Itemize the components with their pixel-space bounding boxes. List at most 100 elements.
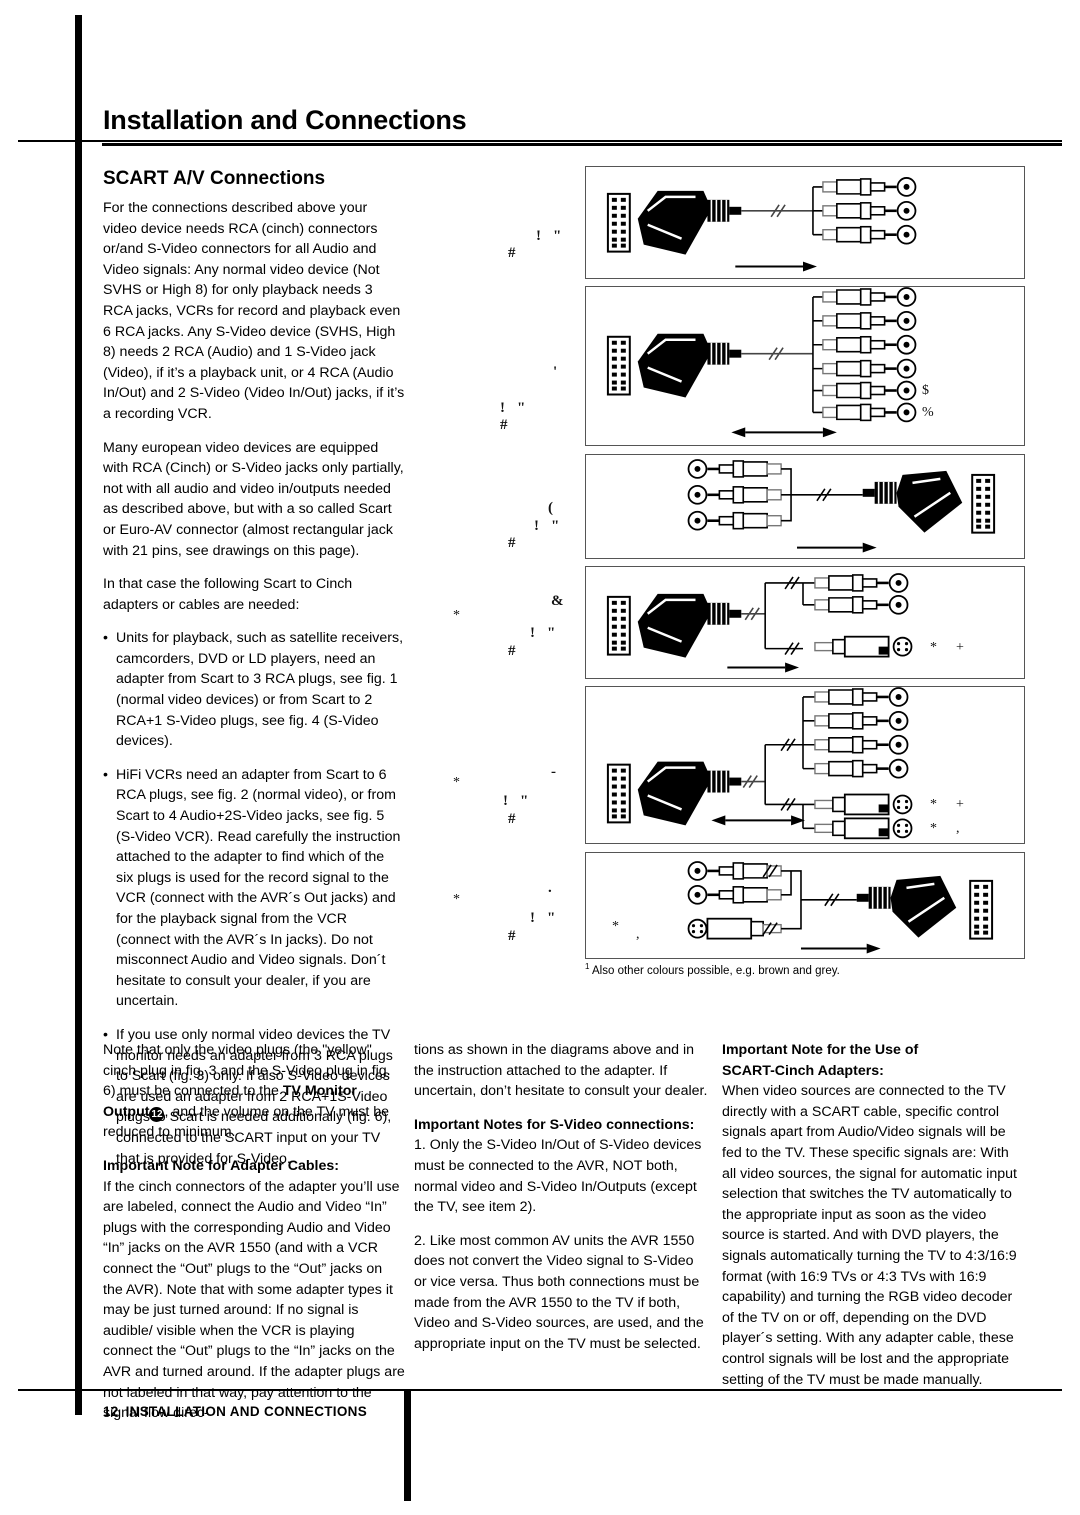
svideo-note-1: 1. Only the S-Video In/Out of S-Video de… (414, 1137, 702, 1216)
paragraph-adapter-cables: If the cinch connectors of the adapter y… (103, 1178, 405, 1422)
figure-4-caption-a: & (551, 593, 564, 609)
plug-label-fig5-sv1-a: * (930, 797, 937, 812)
paragraph-adapter-cables-cont: tions as shown in the diagrams above and… (414, 1042, 708, 1100)
plug-label-fig4-b: + (956, 640, 964, 655)
right-column-lower: Important Note for the Use of SCART-Cinc… (722, 1040, 1022, 1403)
paragraph-scart-cinch: When video sources are connected to the … (722, 1083, 1017, 1388)
plug-label-fig5-sv2-a: * (930, 821, 937, 836)
signal-flow-arrow-right (797, 542, 877, 553)
middle-column-lower: tions as shown in the diagrams above and… (414, 1040, 710, 1367)
scart-socket-icon (971, 473, 996, 534)
figure-4-caption-d: " (547, 625, 556, 641)
plug-label-fig2-a: $ (922, 383, 929, 398)
heading-adapter-cables: Important Note for Adapter Cables: (103, 1157, 339, 1174)
footer-page-number: 12 (103, 1404, 119, 1419)
cable-split (764, 743, 804, 806)
heading-svideo-notes: Important Notes for S-Video connections: (414, 1116, 695, 1133)
figure-3-caption-c: " (551, 518, 560, 534)
signal-flow-arrow-right (727, 662, 800, 673)
figure-6-2-rca-1-svideo-to-scart: * , (585, 852, 1025, 959)
rca-plug-icon (814, 573, 909, 615)
figure-footnote: 1 Also other colours possible, e.g. brow… (585, 962, 840, 977)
scart-plug-icon (637, 333, 742, 398)
signal-flow-arrow-right (735, 261, 817, 272)
figure-2-caption-a: ' (553, 364, 558, 380)
figure-4-caption-e: # (508, 643, 516, 659)
scart-plug-icon (637, 761, 742, 826)
figure-4-caption-c: ! (530, 625, 535, 641)
figure-1-scart-to-3-rca (585, 166, 1025, 279)
footer-vertical-rule (404, 1391, 411, 1501)
plug-label-fig5-sv2-b: , (956, 821, 960, 836)
cable-split (812, 296, 823, 414)
figure-3-caption-a: ( (548, 500, 553, 516)
cable-split (764, 582, 804, 650)
figure-5-caption-a: - (551, 764, 556, 780)
figure-1-caption-a: ! (536, 228, 541, 244)
figure-5-caption-e: # (508, 811, 516, 827)
figure-6-caption-a: . (548, 880, 552, 896)
figure-3-caption-b: ! (534, 518, 539, 534)
scart-socket-icon (606, 595, 631, 656)
left-column: For the connections described above your… (103, 198, 405, 1182)
header-rule-top (18, 140, 1062, 142)
svideo-note-2: 2. Like most common AV units the AVR 155… (414, 1232, 704, 1352)
cable-break-marker (780, 738, 796, 811)
scart-plug-icon (856, 875, 957, 938)
scart-socket-icon (969, 879, 994, 940)
figure-3-caption-d: # (508, 535, 516, 551)
bullet-playback-units: Units for playback, such as satellite re… (103, 628, 405, 752)
figure-2-caption-c: " (517, 400, 526, 416)
figure-6-caption-d: " (547, 910, 556, 926)
figure-2-caption-d: # (500, 417, 508, 433)
heading-scart-cinch-1: Important Note for the Use of (722, 1042, 919, 1058)
figure-3-3-rca-to-scart (585, 454, 1025, 559)
scart-plug-icon (637, 593, 742, 658)
rca-plug-icon (687, 861, 782, 905)
figure-5-scart-to-4-rca-2-svideo: * + * , (585, 686, 1025, 844)
rca-plug-icon (822, 177, 917, 245)
footnote-marker: 1 (585, 962, 590, 971)
callout-number-12: 12 (149, 1106, 165, 1122)
paragraph-intro: For the connections described above your… (103, 200, 405, 422)
rca-plug-icon (822, 287, 917, 423)
figure-1-caption-c: # (508, 245, 516, 261)
footer-label: INSTALLATION AND CONNECTIONS (125, 1404, 368, 1419)
paragraph-adapters-needed: In that case the following Scart to Cinc… (103, 576, 353, 613)
paragraph-tv-monitor-note: Note that only the video plugs (the "yel… (103, 1040, 405, 1143)
rca-plug-icon (814, 687, 909, 779)
heading-scart-cinch-2: SCART-Cinch Adapters: (722, 1062, 884, 1079)
page-edge-rule (75, 15, 82, 1415)
rca-plug-icon (687, 459, 782, 531)
svideo-plug-icon (814, 635, 913, 658)
figure-6-caption-e: # (508, 928, 516, 944)
figure-4-scart-to-2-rca-1-svideo: * + (585, 566, 1025, 679)
figure-6-caption-c: ! (530, 910, 535, 926)
svideo-plug-icon (814, 817, 913, 840)
figure-5-caption-d: " (520, 793, 529, 809)
bidirectional-flow-arrow (711, 815, 805, 826)
figure-6-caption-b: * (453, 892, 460, 907)
footnote-text: Also other colours possible, e.g. brown … (592, 964, 840, 977)
figure-5-caption-b: * (453, 775, 460, 790)
bullet-hifi-vcr: HiFi VCRs need an adapter from Scart to … (103, 765, 405, 1012)
left-column-lower: Note that only the video plugs (the "yel… (103, 1040, 405, 1437)
cable-break-marker (784, 576, 800, 656)
figure-5-caption-c: ! (503, 793, 508, 809)
svideo-plug-icon (814, 793, 913, 816)
scart-socket-icon (606, 335, 631, 396)
signal-flow-arrow-right (800, 943, 881, 954)
header-rule-title (102, 143, 1062, 146)
figure-2-caption-b: ! (500, 400, 505, 416)
plug-label-fig5-sv1-b: + (956, 797, 964, 812)
figure-2-scart-to-6-rca: $ % (585, 286, 1025, 446)
section-title: SCART A/V Connections (103, 168, 326, 189)
manual-page: Installation and Connections SCART A/V C… (0, 0, 1080, 1515)
plug-label-fig6-b: , (636, 927, 640, 942)
plug-label-fig4-a: * (930, 640, 937, 655)
scart-socket-icon (606, 763, 631, 824)
cable-split (781, 468, 792, 522)
figure-4-caption-b: * (453, 608, 460, 623)
scart-plug-icon (637, 190, 742, 255)
cable-split (812, 186, 823, 236)
